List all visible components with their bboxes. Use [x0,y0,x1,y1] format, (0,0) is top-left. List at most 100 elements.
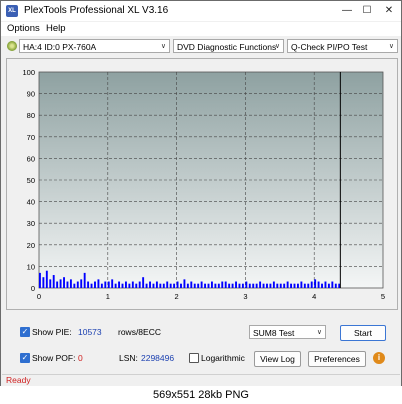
data-bar [155,281,158,288]
data-bar [207,283,210,288]
data-bar [245,281,248,288]
data-bar [303,283,306,288]
data-bar [121,283,124,288]
data-bar [297,283,299,288]
y-tick-label: 60 [27,154,35,163]
y-tick-label: 30 [27,219,35,228]
data-bar [327,283,330,288]
data-bar [262,283,265,288]
data-bar [300,281,303,288]
app-window: XL PlexTools Professional XL V3.16 — ☐ ✕… [0,0,402,388]
data-bar [204,283,207,288]
data-bar [211,281,213,288]
data-bar [307,283,310,288]
data-bar [197,283,200,288]
chevron-down-icon: ∨ [316,329,322,336]
data-bar [324,281,327,288]
data-bar [149,281,151,288]
pof-value: 0 [78,353,83,363]
y-tick-label: 40 [27,198,35,207]
pie-value: 10573 [78,327,102,337]
sum-test-select[interactable]: SUM8 Test ∨ [249,325,326,339]
show-pof-checkbox[interactable]: ✓ [20,353,30,363]
data-bar [69,279,72,288]
data-bar [252,283,255,288]
chevron-down-icon: ∨ [160,43,166,50]
data-bar [169,283,172,288]
data-bar [259,281,262,288]
disc-drive-icon [7,41,17,51]
data-bar [125,281,127,288]
data-bar [255,283,258,288]
show-pie-label: Show PIE: [32,327,72,337]
data-bar [269,283,272,288]
data-bar [293,283,296,288]
test-select[interactable]: Q-Check PI/PO Test ∨ [287,39,398,53]
y-tick-label: 50 [27,176,35,185]
data-bar [276,283,279,288]
start-button[interactable]: Start [340,325,386,341]
data-bar [200,281,203,288]
data-bar [334,283,337,288]
data-bar [224,281,227,288]
data-bar [166,281,169,288]
data-bar [76,281,79,288]
data-bar [45,270,48,288]
drive-select[interactable]: HA:4 ID:0 PX-760A ∨ [19,39,170,53]
preferences-button[interactable]: Preferences [308,351,366,367]
data-bar [221,281,224,288]
data-bar [73,283,76,288]
data-bar [241,283,244,288]
data-bar [107,281,110,288]
data-bar [310,281,313,288]
data-bar [159,283,162,288]
data-bar [145,283,148,288]
data-bar [42,277,45,288]
data-bar [228,283,231,288]
rows-label: rows/8ECC [118,327,161,337]
data-bar [49,279,52,288]
data-bar [238,283,241,288]
data-bar [56,281,59,288]
view-log-button[interactable]: View Log [254,351,301,367]
data-bar [214,283,217,288]
data-bar [193,283,196,288]
data-bar [100,283,103,288]
data-bar [217,283,220,288]
function-select-value: DVD Diagnostic Functions [177,42,277,52]
lsn-label: LSN: [119,353,138,363]
data-bar [162,283,165,288]
data-bar [186,283,189,288]
menu-options[interactable]: Options [7,23,40,34]
image-caption: 569x551 28kb PNG [0,386,402,404]
x-axis-ticks: 0 1 2 3 4 5 [37,292,385,301]
drive-select-value: HA:4 ID:0 PX-760A [23,42,97,52]
show-pie-checkbox[interactable]: ✓ [20,327,30,337]
function-select[interactable]: DVD Diagnostic Functions ∨ [173,39,284,53]
data-bar [52,275,55,288]
status-bar: Ready [2,374,400,386]
info-icon[interactable]: i [373,352,385,364]
y-tick-label: 20 [27,241,35,250]
data-bar [138,281,141,288]
close-icon[interactable]: ✕ [381,1,397,20]
x-tick-label: 0 [37,292,41,301]
data-bar [135,283,138,288]
data-bar [63,277,65,288]
minimize-icon[interactable]: — [339,1,355,20]
data-bar [279,283,282,288]
x-tick-label: 5 [381,292,385,301]
y-tick-label: 10 [27,262,35,271]
x-tick-label: 4 [312,292,316,301]
x-tick-label: 2 [175,292,179,301]
data-bar [283,283,286,288]
logarithmic-checkbox[interactable] [189,353,199,363]
control-panel: ✓ Show PIE: 10573 rows/8ECC SUM8 Test ∨ … [6,317,396,369]
toolbar: HA:4 ID:0 PX-760A ∨ DVD Diagnostic Funct… [1,37,401,57]
data-bar [80,279,83,288]
maximize-icon[interactable]: ☐ [359,1,375,20]
data-bar [59,279,62,288]
data-bar [266,283,268,288]
data-bar [180,283,182,288]
menu-help[interactable]: Help [46,23,66,34]
